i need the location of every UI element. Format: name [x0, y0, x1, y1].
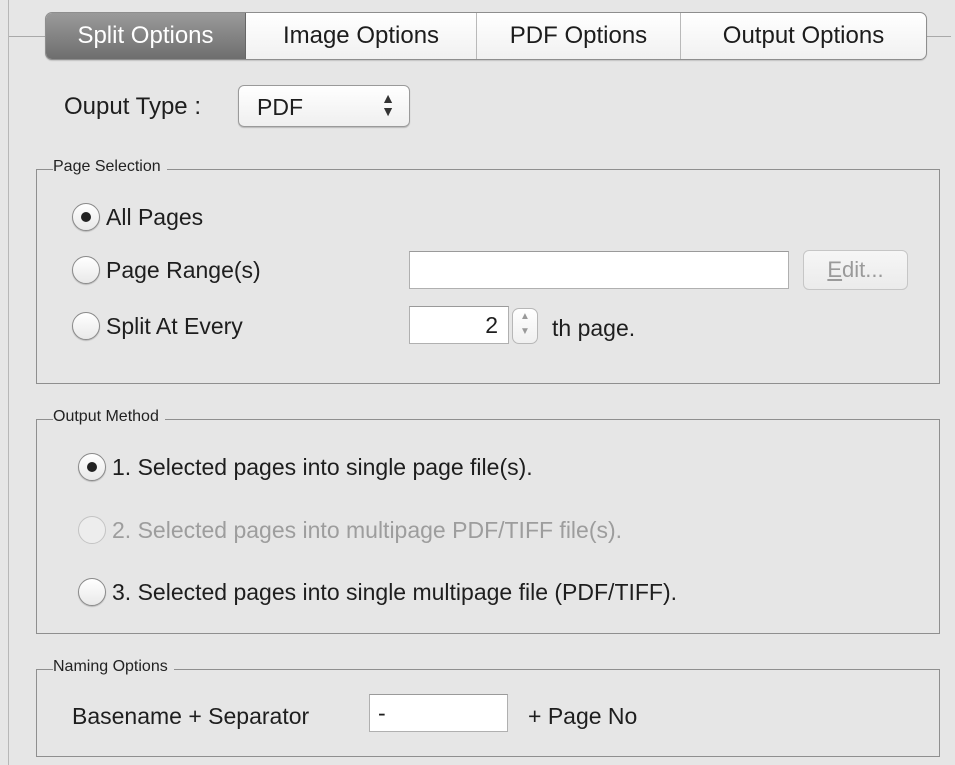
tab-bar: Split Options Image Options PDF Options …: [45, 12, 927, 60]
radio-button-icon[interactable]: [72, 203, 100, 231]
separator-input[interactable]: -: [369, 694, 508, 732]
radio-button-icon[interactable]: [78, 453, 106, 481]
method-3-label: 3. Selected pages into single multipage …: [112, 578, 678, 605]
naming-options-title: Naming Options: [53, 658, 174, 676]
split-every-input[interactable]: 2: [409, 306, 509, 344]
edit-button-label: dit...: [842, 257, 884, 282]
radio-button-icon[interactable]: [78, 578, 106, 606]
radio-all-pages[interactable]: All Pages: [72, 203, 203, 231]
radio-method-1[interactable]: 1. Selected pages into single page file(…: [78, 453, 533, 481]
tab-image-options[interactable]: Image Options: [246, 13, 477, 59]
output-type-select[interactable]: PDF ▲ ▼: [238, 85, 410, 127]
radio-button-icon[interactable]: [72, 312, 100, 340]
split-every-suffix: th page.: [552, 315, 636, 341]
split-every-stepper[interactable]: ▲ ▼: [512, 308, 538, 344]
edit-button[interactable]: Edit...: [803, 250, 908, 290]
naming-prefix-label: Basename + Separator: [72, 703, 310, 729]
tab-pdf-options[interactable]: PDF Options: [477, 13, 681, 59]
radio-button-icon[interactable]: [72, 256, 100, 284]
output-method-title: Output Method: [53, 408, 165, 426]
radio-method-3[interactable]: 3. Selected pages into single multipage …: [78, 578, 677, 606]
radio-page-range-label: Page Range(s): [106, 256, 261, 283]
tab-output-options[interactable]: Output Options: [681, 13, 926, 59]
radio-page-range[interactable]: Page Range(s): [72, 256, 261, 284]
radio-method-2[interactable]: 2. Selected pages into multipage PDF/TIF…: [78, 516, 622, 544]
radio-split-at-every[interactable]: Split At Every: [72, 312, 243, 340]
select-updown-arrows-icon: ▲ ▼: [381, 90, 395, 119]
radio-button-icon[interactable]: [78, 516, 106, 544]
radio-split-every-label: Split At Every: [106, 312, 243, 339]
radio-all-pages-label: All Pages: [106, 203, 204, 230]
page-selection-title: Page Selection: [53, 158, 167, 176]
method-1-label: 1. Selected pages into single page file(…: [112, 453, 533, 480]
naming-suffix-label: + Page No: [528, 703, 638, 729]
page-range-input[interactable]: [409, 251, 789, 289]
method-2-label: 2. Selected pages into multipage PDF/TIF…: [112, 516, 623, 543]
output-type-label: Ouput Type :: [64, 93, 201, 120]
tab-split-options[interactable]: Split Options: [46, 13, 246, 59]
output-type-value: PDF: [257, 94, 303, 120]
